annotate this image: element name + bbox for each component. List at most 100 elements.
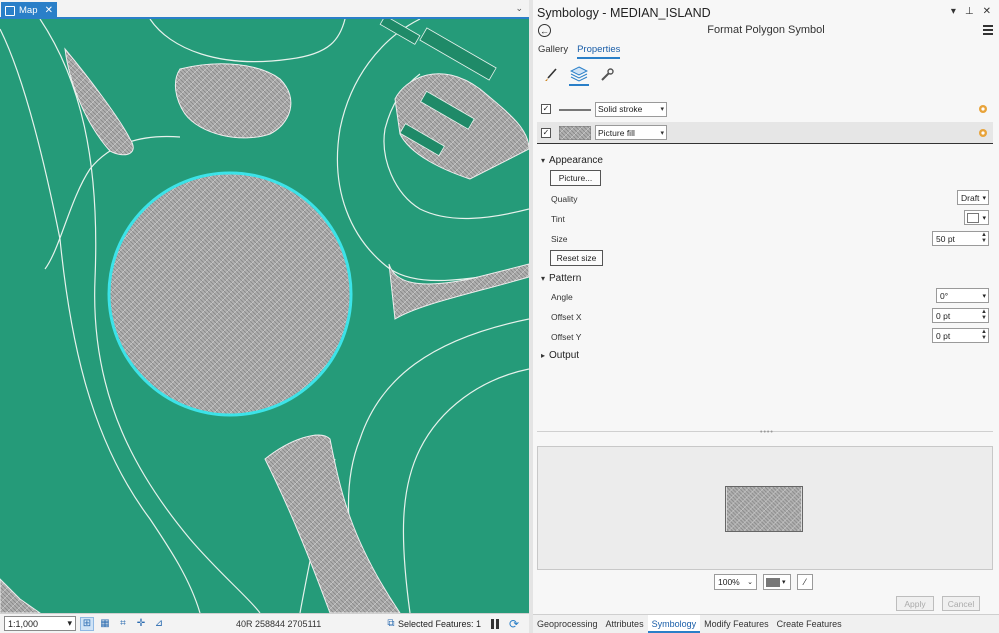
pane-subtitle: Format Polygon Symbol: [707, 24, 825, 36]
close-icon[interactable]: ✕: [45, 5, 53, 16]
angle-select[interactable]: 0° ▾: [936, 288, 989, 303]
selected-median-island: [107, 171, 353, 417]
grid-icon[interactable]: ▦: [98, 617, 112, 631]
layer-row-stroke[interactable]: ✓ Solid stroke ▾: [537, 98, 993, 120]
preview-swatch: [725, 486, 803, 532]
chevron-right-icon: ▸: [541, 351, 546, 360]
size-label: Size: [551, 234, 568, 244]
tab-gallery[interactable]: Gallery: [538, 44, 568, 59]
pane-tabs: Gallery Properties: [538, 44, 621, 59]
tab-symbology[interactable]: Symbology: [647, 615, 701, 633]
coordinate-readout: 40R 258844 2705111: [236, 618, 322, 629]
lock-layer-icon[interactable]: [977, 127, 989, 139]
chevron-down-icon: ▾: [982, 292, 986, 300]
layer-row-picture-fill[interactable]: ✓ Picture fill ▾: [537, 122, 993, 144]
tab-modify-features[interactable]: Modify Features: [700, 615, 773, 633]
chevron-down-icon: ⌄: [747, 579, 753, 586]
preview-grid-icon[interactable]: ⁄: [797, 574, 813, 590]
map-drawing: [0, 19, 529, 613]
pin-icon[interactable]: ⊥: [965, 6, 974, 17]
stroke-swatch: [559, 108, 591, 111]
symbology-pane: Symbology - MEDIAN_ISLAND ▾ ⊥ ✕ ← Format…: [533, 0, 999, 633]
selected-features-label: Selected Features: 1: [397, 618, 481, 629]
tab-map[interactable]: Map ✕: [1, 2, 57, 19]
cancel-button[interactable]: Cancel: [942, 596, 980, 611]
section-appearance-label: Appearance: [549, 155, 603, 166]
offset-x-label: Offset X: [551, 312, 582, 322]
tab-properties[interactable]: Properties: [577, 44, 621, 59]
chevron-down-icon: ▾: [67, 618, 72, 628]
constraints-icon[interactable]: ⊿: [152, 617, 166, 631]
wrench-icon[interactable]: [597, 64, 617, 86]
section-appearance[interactable]: ▾ Appearance: [541, 155, 603, 166]
layer-visibility-checkbox[interactable]: ✓: [541, 127, 551, 138]
offset-y-input[interactable]: 0 pt ▲ ▼: [932, 328, 989, 343]
size-input[interactable]: 50 pt ▲ ▼: [932, 231, 989, 246]
angle-label: Angle: [551, 292, 573, 302]
section-output[interactable]: ▸ Output: [541, 350, 579, 361]
quality-label: Quality: [551, 194, 578, 204]
tint-swatch: [967, 212, 979, 223]
map-tab-label: Map: [19, 5, 38, 16]
brush-icon[interactable]: [541, 64, 561, 86]
tab-attributes[interactable]: Attributes: [602, 615, 648, 633]
reset-size-button[interactable]: Reset size: [550, 250, 603, 266]
tint-color-picker[interactable]: ▾: [964, 210, 989, 225]
layer-type-value: Solid stroke: [598, 104, 643, 114]
crosshair-icon[interactable]: ✛: [134, 617, 148, 631]
chevron-down-icon: ▾: [982, 194, 986, 202]
map-status-bar: 1:1,000 ▾ ⊞ ▦ ⌗ ✛ ⊿ 40R 258844 2705111 ⧉…: [0, 613, 529, 633]
map-tab-bar: Map ✕ ⌄: [0, 0, 529, 19]
selected-features[interactable]: ⧉ Selected Features: 1 ⟳: [380, 617, 525, 631]
quality-select[interactable]: Draft ▾: [957, 190, 989, 205]
offset-y-label: Offset Y: [551, 332, 582, 342]
scale-value: 1:1,000: [8, 618, 39, 629]
scale-selector[interactable]: 1:1,000 ▾: [4, 616, 76, 631]
tab-geoprocessing[interactable]: Geoprocessing: [533, 615, 602, 633]
preview-zoom-value: 100%: [718, 577, 740, 587]
layer-type-select[interactable]: Solid stroke ▾: [595, 101, 667, 117]
layers-icon[interactable]: [569, 64, 589, 86]
pane-title: Symbology - MEDIAN_ISLAND: [537, 6, 711, 20]
angle-value: 0°: [940, 290, 949, 301]
quality-value: Draft: [961, 192, 980, 203]
chevron-down-icon[interactable]: ⌄: [515, 3, 523, 14]
chevron-down-icon[interactable]: ▾: [951, 6, 956, 17]
lock-layer-icon[interactable]: [977, 103, 989, 115]
chevron-down-icon: ▾: [541, 274, 546, 283]
offset-x-input[interactable]: 0 pt ▲ ▼: [932, 308, 989, 323]
chevron-down-icon: ▾: [982, 214, 986, 222]
snapping-icon[interactable]: ⌗: [116, 617, 130, 631]
map-icon: [5, 5, 15, 16]
apply-button[interactable]: Apply: [896, 596, 934, 611]
spinner-icon[interactable]: ▲ ▼: [981, 232, 987, 244]
preview-background-select[interactable]: ▾: [763, 574, 791, 590]
refresh-icon[interactable]: ⟳: [507, 617, 521, 631]
layer-type-select[interactable]: Picture fill ▾: [595, 125, 667, 140]
spinner-icon[interactable]: ▲ ▼: [981, 329, 987, 341]
chevron-down-icon: ▾: [660, 106, 664, 113]
layer-type-value: Picture fill: [598, 127, 635, 138]
selection-icon: ⧉: [387, 618, 395, 629]
section-pattern[interactable]: ▾ Pattern: [541, 273, 581, 284]
tint-label: Tint: [551, 214, 565, 224]
tab-create-features[interactable]: Create Features: [773, 615, 846, 633]
picture-button[interactable]: Picture...: [550, 170, 601, 186]
preview-zoom-select[interactable]: 100% ⌄: [714, 574, 757, 590]
fixed-zoom-icon[interactable]: ⊞: [80, 616, 94, 631]
map-canvas[interactable]: [0, 19, 529, 613]
app-window: Map ✕ ⌄ 1:1,000 ▾ ⊞ ▦ ⌗ ✛ ⊿ 40R 258844 2…: [0, 0, 999, 633]
preview-splitter[interactable]: ••••: [537, 429, 993, 436]
preview-toolbar: 100% ⌄ ▾ ⁄: [714, 574, 813, 590]
close-icon[interactable]: ✕: [983, 6, 991, 17]
bottom-tabs: Geoprocessing Attributes Symbology Modif…: [533, 614, 999, 633]
size-value: 50 pt: [936, 233, 955, 244]
section-pattern-label: Pattern: [549, 273, 582, 284]
pane-controls: ▾ ⊥ ✕: [951, 6, 991, 17]
pause-drawing-button[interactable]: [489, 618, 501, 630]
layer-visibility-checkbox[interactable]: ✓: [541, 104, 551, 114]
menu-icon[interactable]: [983, 25, 993, 35]
offset-y-value: 0 pt: [936, 330, 951, 341]
picture-fill-swatch: [559, 125, 591, 140]
spinner-icon[interactable]: ▲ ▼: [981, 309, 987, 321]
